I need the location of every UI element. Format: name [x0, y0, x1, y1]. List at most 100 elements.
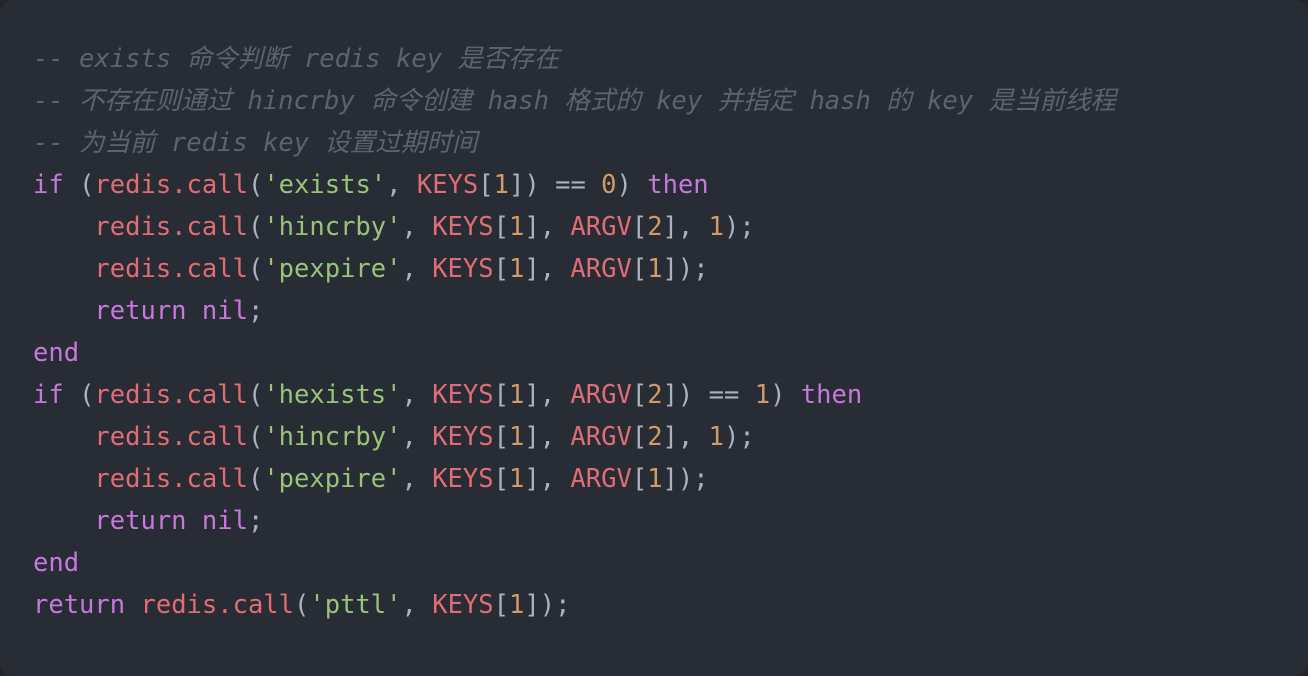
code-token: redis.call	[94, 422, 248, 452]
code-token: if	[33, 380, 64, 410]
code-token: return	[33, 590, 126, 620]
code-token: ARGV	[570, 212, 632, 242]
code-token: KEYS	[432, 380, 494, 410]
code-token: 1	[508, 464, 525, 494]
code-token: redis.call	[94, 380, 248, 410]
code-token: ;	[247, 506, 264, 536]
code-token: then	[800, 380, 863, 410]
code-token: (	[247, 254, 264, 284]
code-token: ;	[247, 296, 264, 326]
code-token: [	[493, 422, 509, 452]
code-token: ARGV	[570, 422, 632, 452]
code-token: (	[247, 380, 264, 410]
code-token: 2	[647, 212, 663, 242]
code-line: if (redis.call('hexists', KEYS[1], ARGV[…	[0, 374, 1308, 416]
code-token: ]);	[662, 464, 709, 494]
code-line: return nil;	[0, 290, 1308, 332]
code-token: 2	[647, 380, 663, 410]
code-token: ],	[662, 422, 709, 452]
code-token: (	[247, 170, 264, 200]
code-token: 'exists'	[263, 170, 387, 200]
code-token: 1	[708, 212, 724, 242]
code-token: 'hincrby'	[263, 212, 402, 242]
code-token: 'pttl'	[309, 590, 402, 620]
code-token: 1	[754, 380, 771, 410]
code-token: )	[770, 380, 786, 410]
code-line: redis.call('pexpire', KEYS[1], ARGV[1]);	[0, 458, 1308, 500]
code-line: redis.call('pexpire', KEYS[1], ARGV[1]);	[0, 248, 1308, 290]
code-token: ,	[401, 590, 433, 620]
code-token: ],	[524, 464, 571, 494]
code-token: if	[33, 170, 64, 200]
code-line: redis.call('hincrby', KEYS[1], ARGV[2], …	[0, 206, 1308, 248]
code-token: 'pexpire'	[263, 254, 402, 284]
code-token: -- 为当前 redis key 设置过期时间	[33, 128, 478, 158]
code-token: ],	[524, 254, 571, 284]
code-token: [	[493, 590, 509, 620]
code-token: [	[478, 170, 494, 200]
code-token: );	[723, 212, 755, 242]
code-token: KEYS	[432, 422, 494, 452]
code-token: (	[247, 422, 264, 452]
code-token: [	[631, 422, 648, 452]
code-token: ,	[401, 254, 433, 284]
code-token: -- exists 命令判断 redis key 是否存在	[33, 44, 560, 74]
code-token: ]);	[524, 590, 571, 620]
code-token: KEYS	[432, 590, 494, 620]
code-token: ARGV	[570, 464, 632, 494]
code-token: ==	[708, 380, 740, 410]
code-token: (	[294, 590, 310, 620]
code-token: 1	[509, 380, 525, 410]
code-token: 0	[601, 170, 617, 200]
code-token: KEYS	[432, 464, 494, 494]
code-token: [	[631, 254, 648, 284]
code-line: if (redis.call('exists', KEYS[1]) == 0) …	[0, 164, 1308, 206]
code-token: ,	[401, 380, 433, 410]
code-line: -- 不存在则通过 hincrby 命令创建 hash 格式的 key 并指定 …	[0, 80, 1308, 122]
code-token: (	[247, 212, 264, 242]
code-token: ARGV	[570, 380, 632, 410]
code-token: 1	[493, 170, 510, 200]
code-token: -- 不存在则通过 hincrby 命令创建 hash 格式的 key 并指定 …	[33, 86, 1116, 116]
code-token: (	[79, 380, 95, 410]
code-token: ],	[524, 422, 571, 452]
code-token: [	[631, 380, 648, 410]
code-token: ==	[555, 170, 586, 200]
code-token: return	[94, 296, 187, 326]
code-token: redis.call	[94, 464, 248, 494]
code-token: redis.call	[94, 254, 248, 284]
code-token: end	[33, 548, 80, 578]
code-line: return nil;	[0, 500, 1308, 542]
code-token: 'hincrby'	[263, 422, 402, 452]
code-token: [	[493, 380, 509, 410]
code-token: ])	[509, 170, 540, 200]
code-token: ,	[401, 422, 433, 452]
code-token: (	[79, 170, 95, 200]
code-token: [	[493, 254, 509, 284]
code-token: [	[493, 464, 509, 494]
code-token: )	[616, 170, 632, 200]
code-line: -- exists 命令判断 redis key 是否存在	[0, 38, 1308, 80]
code-token: nil	[201, 296, 248, 326]
code-token: [	[493, 212, 509, 242]
code-token: redis.call	[140, 590, 295, 620]
code-token: ARGV	[570, 254, 632, 284]
code-token: ],	[524, 380, 571, 410]
code-token: 1	[647, 464, 663, 494]
code-block[interactable]: -- exists 命令判断 redis key 是否存在 -- 不存在则通过 h…	[0, 38, 1308, 626]
code-token: 1	[647, 254, 663, 284]
code-token: ])	[662, 380, 694, 410]
